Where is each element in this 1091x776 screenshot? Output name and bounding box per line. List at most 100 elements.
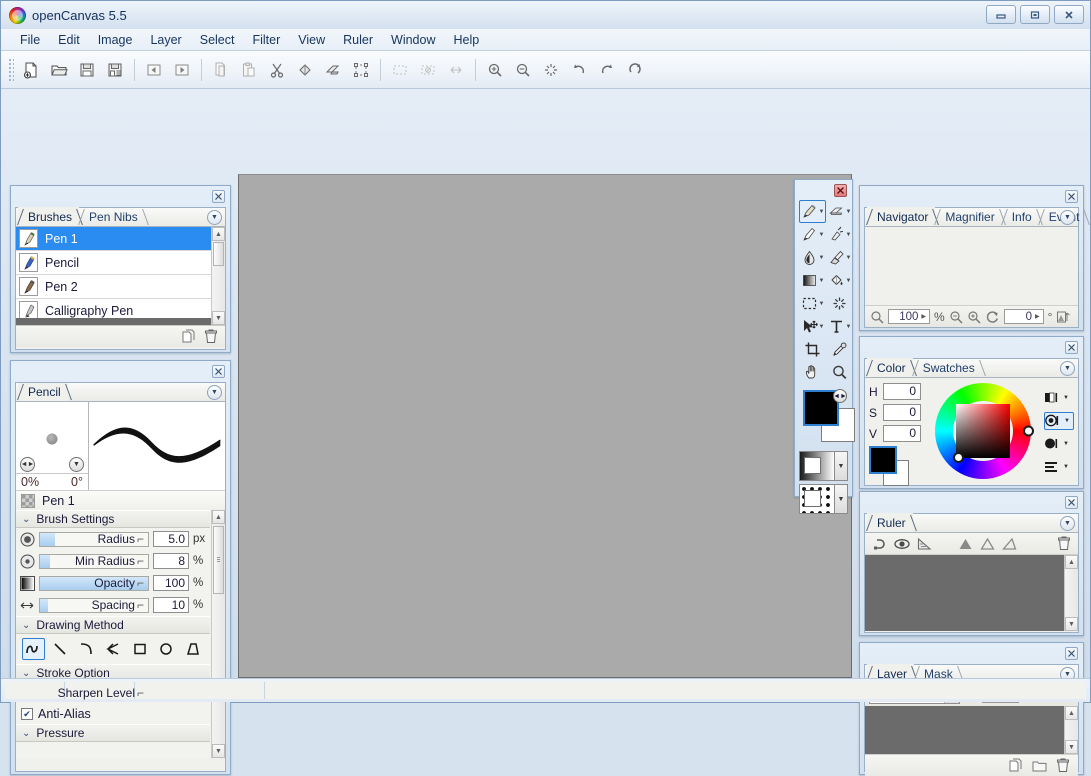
menu-item-select[interactable]: Select <box>191 31 244 49</box>
zoom-icon[interactable] <box>870 310 884 324</box>
brush-settings-close-button[interactable] <box>212 365 225 378</box>
flip-icon[interactable]: ◄► <box>20 457 35 472</box>
zoom-spinner-icon[interactable]: ▶ <box>920 313 927 320</box>
layer-list-scrollbar[interactable]: ▲ ▼ <box>1064 706 1078 754</box>
list-item[interactable]: Pen 2 <box>16 275 225 299</box>
color-panel-close-button[interactable] <box>1065 341 1078 354</box>
saturation-value-square[interactable] <box>956 404 1010 458</box>
menu-item-filter[interactable]: Filter <box>243 31 289 49</box>
pattern-swatch[interactable]: ▼ <box>799 484 848 514</box>
tab-swatches[interactable]: Swatches <box>913 358 982 377</box>
hue-marker[interactable] <box>1023 426 1034 437</box>
radius-slider[interactable]: Radius ⌐ <box>39 532 149 547</box>
min-radius-value[interactable]: 8 <box>153 553 189 569</box>
new-document-icon[interactable] <box>17 56 45 84</box>
save-icon[interactable] <box>73 56 101 84</box>
ruler-list[interactable]: ▲ ▼ <box>865 555 1078 631</box>
spacing-slider[interactable]: Spacing ⌐ <box>39 598 149 613</box>
gradient-icon[interactable]: ▼ <box>799 269 826 292</box>
toolbox-close-button[interactable] <box>834 184 847 197</box>
marquee-icon[interactable]: ▼ <box>799 292 826 315</box>
color-wheel-mode-icon[interactable]: ▼ <box>1044 412 1074 430</box>
tab-color[interactable]: Color <box>867 358 913 377</box>
section-drawing-method[interactable]: ⌄ Drawing Method <box>16 616 210 634</box>
new-layer-icon[interactable] <box>1009 758 1023 773</box>
list-item[interactable]: Pen 1 <box>16 227 225 251</box>
menu-item-ruler[interactable]: Ruler <box>334 31 382 49</box>
zoom-in-icon[interactable] <box>481 56 509 84</box>
brushes-panel-close-button[interactable] <box>212 190 225 203</box>
deselect-icon[interactable] <box>414 56 442 84</box>
navigator-close-button[interactable] <box>1065 190 1078 203</box>
move-icon[interactable]: ▼ <box>799 315 826 338</box>
scroll-thumb[interactable] <box>213 242 224 266</box>
list-item[interactable]: Pencil <box>16 251 225 275</box>
scroll-up-arrow[interactable]: ▲ <box>212 227 225 241</box>
crop-icon[interactable] <box>799 338 826 361</box>
chevron-down-icon[interactable]: ▼ <box>846 324 852 330</box>
min-radius-slider[interactable]: Min Radius ⌐ <box>39 554 149 569</box>
zoom-input[interactable]: 100 ▶ <box>888 309 930 324</box>
tab-pencil[interactable]: Pencil <box>18 382 68 401</box>
previous-icon[interactable] <box>140 56 168 84</box>
delete-icon[interactable] <box>1057 536 1071 551</box>
paint-bucket-icon[interactable]: ▼ <box>826 269 853 292</box>
tab-navigator[interactable]: Navigator <box>867 207 935 226</box>
menu-item-edit[interactable]: Edit <box>49 31 89 49</box>
section-brush-settings[interactable]: ⌄ Brush Settings <box>16 510 210 528</box>
snap-icon[interactable] <box>872 537 887 551</box>
eraser-icon[interactable] <box>319 56 347 84</box>
menu-item-window[interactable]: Window <box>382 31 444 49</box>
color-panel-menu-icon[interactable]: ▼ <box>1060 361 1075 376</box>
chevron-down-icon[interactable]: ▼ <box>846 209 852 215</box>
current-brush-row[interactable]: Pen 1 <box>16 490 225 510</box>
scroll-up-arrow[interactable]: ▲ <box>1065 555 1078 569</box>
menu-item-image[interactable]: Image <box>89 31 142 49</box>
chevron-down-icon[interactable]: ▼ <box>819 209 825 215</box>
swap-colors-icon[interactable]: ◄► <box>833 389 847 403</box>
ruler-panel-menu-icon[interactable]: ▼ <box>1060 516 1075 531</box>
new-folder-icon[interactable] <box>1032 758 1047 773</box>
scroll-up-arrow[interactable]: ▲ <box>212 510 225 524</box>
rotate-input[interactable]: 0 ▶ <box>1004 309 1044 324</box>
freehand-icon[interactable] <box>22 638 45 660</box>
radius-value[interactable]: 5.0 <box>153 531 189 547</box>
redo-alt-icon[interactable] <box>621 56 649 84</box>
chevron-down-icon[interactable]: ▼ <box>819 324 825 330</box>
scroll-up-arrow[interactable]: ▲ <box>1065 706 1078 720</box>
color-circle-mode-icon[interactable]: ▼ <box>1044 435 1074 453</box>
hand-icon[interactable] <box>799 361 826 384</box>
chevron-down-icon[interactable]: ▼ <box>846 255 852 261</box>
toolbar-grip[interactable] <box>7 57 14 83</box>
brush-settings-menu-icon[interactable]: ▼ <box>207 385 222 400</box>
spacing-value[interactable]: 10 <box>153 597 189 613</box>
foreground-color-swatch[interactable] <box>869 446 897 474</box>
navigator-thumbnail-area[interactable] <box>865 227 1078 305</box>
blur-drop-icon[interactable]: ▼ <box>799 246 826 269</box>
fill-icon[interactable] <box>291 56 319 84</box>
maximize-button[interactable] <box>1020 5 1050 24</box>
scroll-down-arrow[interactable]: ▼ <box>1065 617 1078 631</box>
eyedropper-icon[interactable] <box>826 338 853 361</box>
reset-view-icon[interactable] <box>1056 310 1071 324</box>
rotate-icon[interactable]: ▼ <box>69 457 84 472</box>
eraser-icon[interactable]: ▼ <box>826 200 853 223</box>
rotate-spinner-icon[interactable]: ▶ <box>1034 313 1041 320</box>
color-box-mode-icon[interactable]: ▼ <box>1044 389 1074 407</box>
tab-ruler[interactable]: Ruler <box>867 513 913 532</box>
undo-icon[interactable] <box>565 56 593 84</box>
chevron-down-icon[interactable]: ▼ <box>846 232 852 238</box>
line-icon[interactable] <box>49 638 72 660</box>
save-as-icon[interactable] <box>101 56 129 84</box>
value-value[interactable]: 0 <box>883 425 921 442</box>
scroll-down-arrow[interactable]: ▼ <box>1065 740 1078 754</box>
ruler-list-scrollbar[interactable]: ▲ ▼ <box>1064 555 1078 631</box>
layer-list[interactable]: ▲ ▼ <box>865 706 1078 754</box>
magic-wand-icon[interactable] <box>826 292 853 315</box>
gradient-swatch[interactable]: ▼ <box>799 451 848 481</box>
invert-selection-icon[interactable] <box>442 56 470 84</box>
menu-item-file[interactable]: File <box>11 31 49 49</box>
saturation-value[interactable]: 0 <box>883 404 921 421</box>
visibility-icon[interactable] <box>894 537 910 551</box>
section-pressure[interactable]: ⌄ Pressure <box>16 724 210 742</box>
